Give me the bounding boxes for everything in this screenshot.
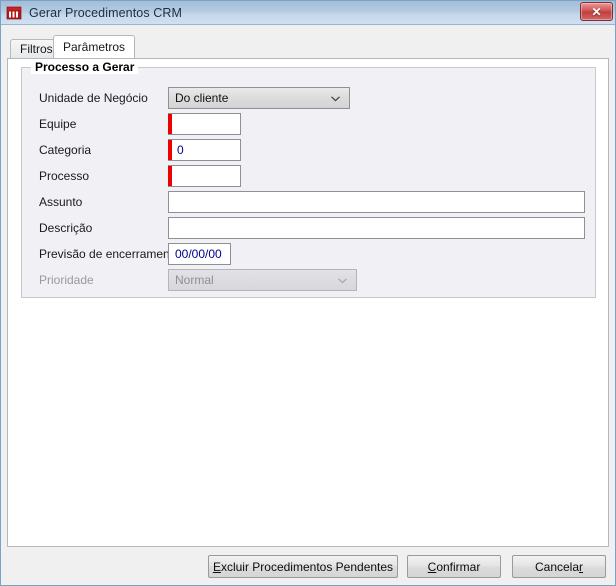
tab-strip: Filtros Parâmetros: [1, 35, 615, 58]
label-descricao: Descrição: [39, 221, 93, 235]
tab-parametros[interactable]: Parâmetros: [53, 35, 136, 58]
required-marker-icon: [168, 114, 172, 134]
tab-parametros-label: Parâmetros: [63, 40, 126, 54]
group-title: Processo a Gerar: [31, 60, 139, 74]
cancelar-button[interactable]: Cancela r: [512, 555, 606, 578]
label-unidade-de-negocio: Unidade de Negócio: [39, 91, 148, 105]
crm-app-icon: [6, 5, 22, 21]
group-processo-a-gerar: Processo a Gerar Unidade de Negócio Do c…: [21, 60, 596, 298]
confirmar-button[interactable]: Confirmar: [407, 555, 501, 578]
excluir-accel: E: [212, 559, 221, 574]
label-equipe: Equipe: [39, 117, 77, 131]
dialog-window: Gerar Procedimentos CRM ✕ Filtros Parâme…: [0, 0, 616, 586]
chevron-down-icon: [337, 275, 348, 286]
combo-prioridade[interactable]: Normal: [168, 269, 357, 291]
input-categoria[interactable]: 0: [168, 139, 241, 161]
input-previsao-de-encerramento-value: 00/00/00: [175, 247, 222, 261]
input-equipe[interactable]: [168, 113, 241, 135]
input-descricao[interactable]: [168, 217, 585, 239]
required-marker-icon: [168, 166, 172, 186]
combo-unidade-de-negocio-value: Do cliente: [175, 91, 229, 105]
tab-filtros-label: Filtros: [20, 42, 53, 56]
label-prioridade: Prioridade: [39, 273, 94, 287]
close-icon: ✕: [591, 4, 602, 19]
dialog-footer: Excluir Procedimentos Pendentes Confirma…: [1, 547, 615, 585]
input-previsao-de-encerramento[interactable]: 00/00/00: [168, 243, 231, 265]
tab-page-parametros: Processo a Gerar Unidade de Negócio Do c…: [7, 58, 609, 547]
confirmar-label: onfirmar: [436, 559, 481, 574]
combo-unidade-de-negocio[interactable]: Do cliente: [168, 87, 350, 109]
label-processo: Processo: [39, 169, 90, 183]
chevron-down-icon: [330, 93, 341, 104]
input-assunto[interactable]: [168, 191, 585, 213]
label-previsao-de-encerramento: Previsão de encerramento: [39, 247, 180, 261]
cancelar-accel: r: [579, 559, 584, 574]
close-button[interactable]: ✕: [580, 2, 613, 21]
cancelar-label: Cancela: [534, 559, 580, 574]
excluir-procedimentos-pendentes-button[interactable]: Excluir Procedimentos Pendentes: [208, 555, 398, 578]
input-processo[interactable]: [168, 165, 241, 187]
input-categoria-value: 0: [177, 143, 184, 157]
window-title: Gerar Procedimentos CRM: [29, 5, 183, 20]
label-categoria: Categoria: [39, 143, 92, 157]
title-bar: Gerar Procedimentos CRM ✕: [1, 1, 615, 25]
confirmar-accel: C: [427, 559, 437, 574]
label-assunto: Assunto: [39, 195, 83, 209]
combo-prioridade-value: Normal: [175, 273, 214, 287]
excluir-label: xcluir Procedimentos Pendentes: [220, 559, 394, 574]
